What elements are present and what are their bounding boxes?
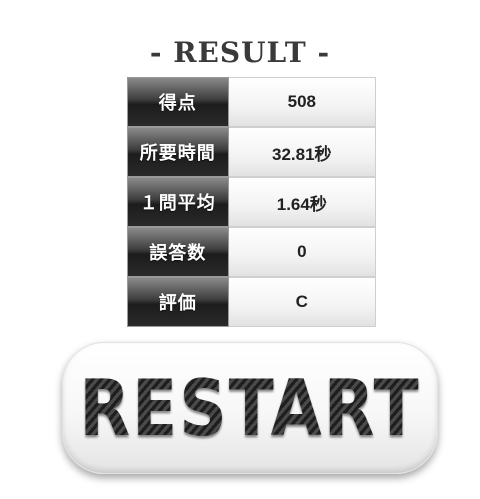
time-row: 所要時間 32.81秒: [127, 127, 376, 177]
result-title: - RESULT -: [149, 36, 331, 69]
average-value: 1.64秒: [228, 177, 376, 227]
average-row: １問平均 1.64秒: [127, 177, 376, 227]
restart-label: RESTART: [79, 362, 421, 454]
rating-row: 評価 C: [127, 277, 376, 327]
score-label: 得点: [127, 77, 229, 127]
score-value: 508: [228, 77, 376, 127]
average-label: １問平均: [127, 177, 229, 227]
rating-label: 評価: [127, 277, 229, 327]
score-row: 得点 508: [127, 77, 376, 127]
mistakes-row: 誤答数 0: [127, 227, 376, 277]
time-label: 所要時間: [127, 127, 229, 177]
restart-button[interactable]: RESTART: [62, 342, 438, 474]
mistakes-value: 0: [228, 227, 376, 277]
time-value: 32.81秒: [228, 127, 376, 177]
mistakes-label: 誤答数: [127, 227, 229, 277]
result-table: 得点 508 所要時間 32.81秒 １問平均 1.64秒 誤答数 0 評価 C: [127, 77, 376, 327]
rating-value: C: [228, 277, 376, 327]
